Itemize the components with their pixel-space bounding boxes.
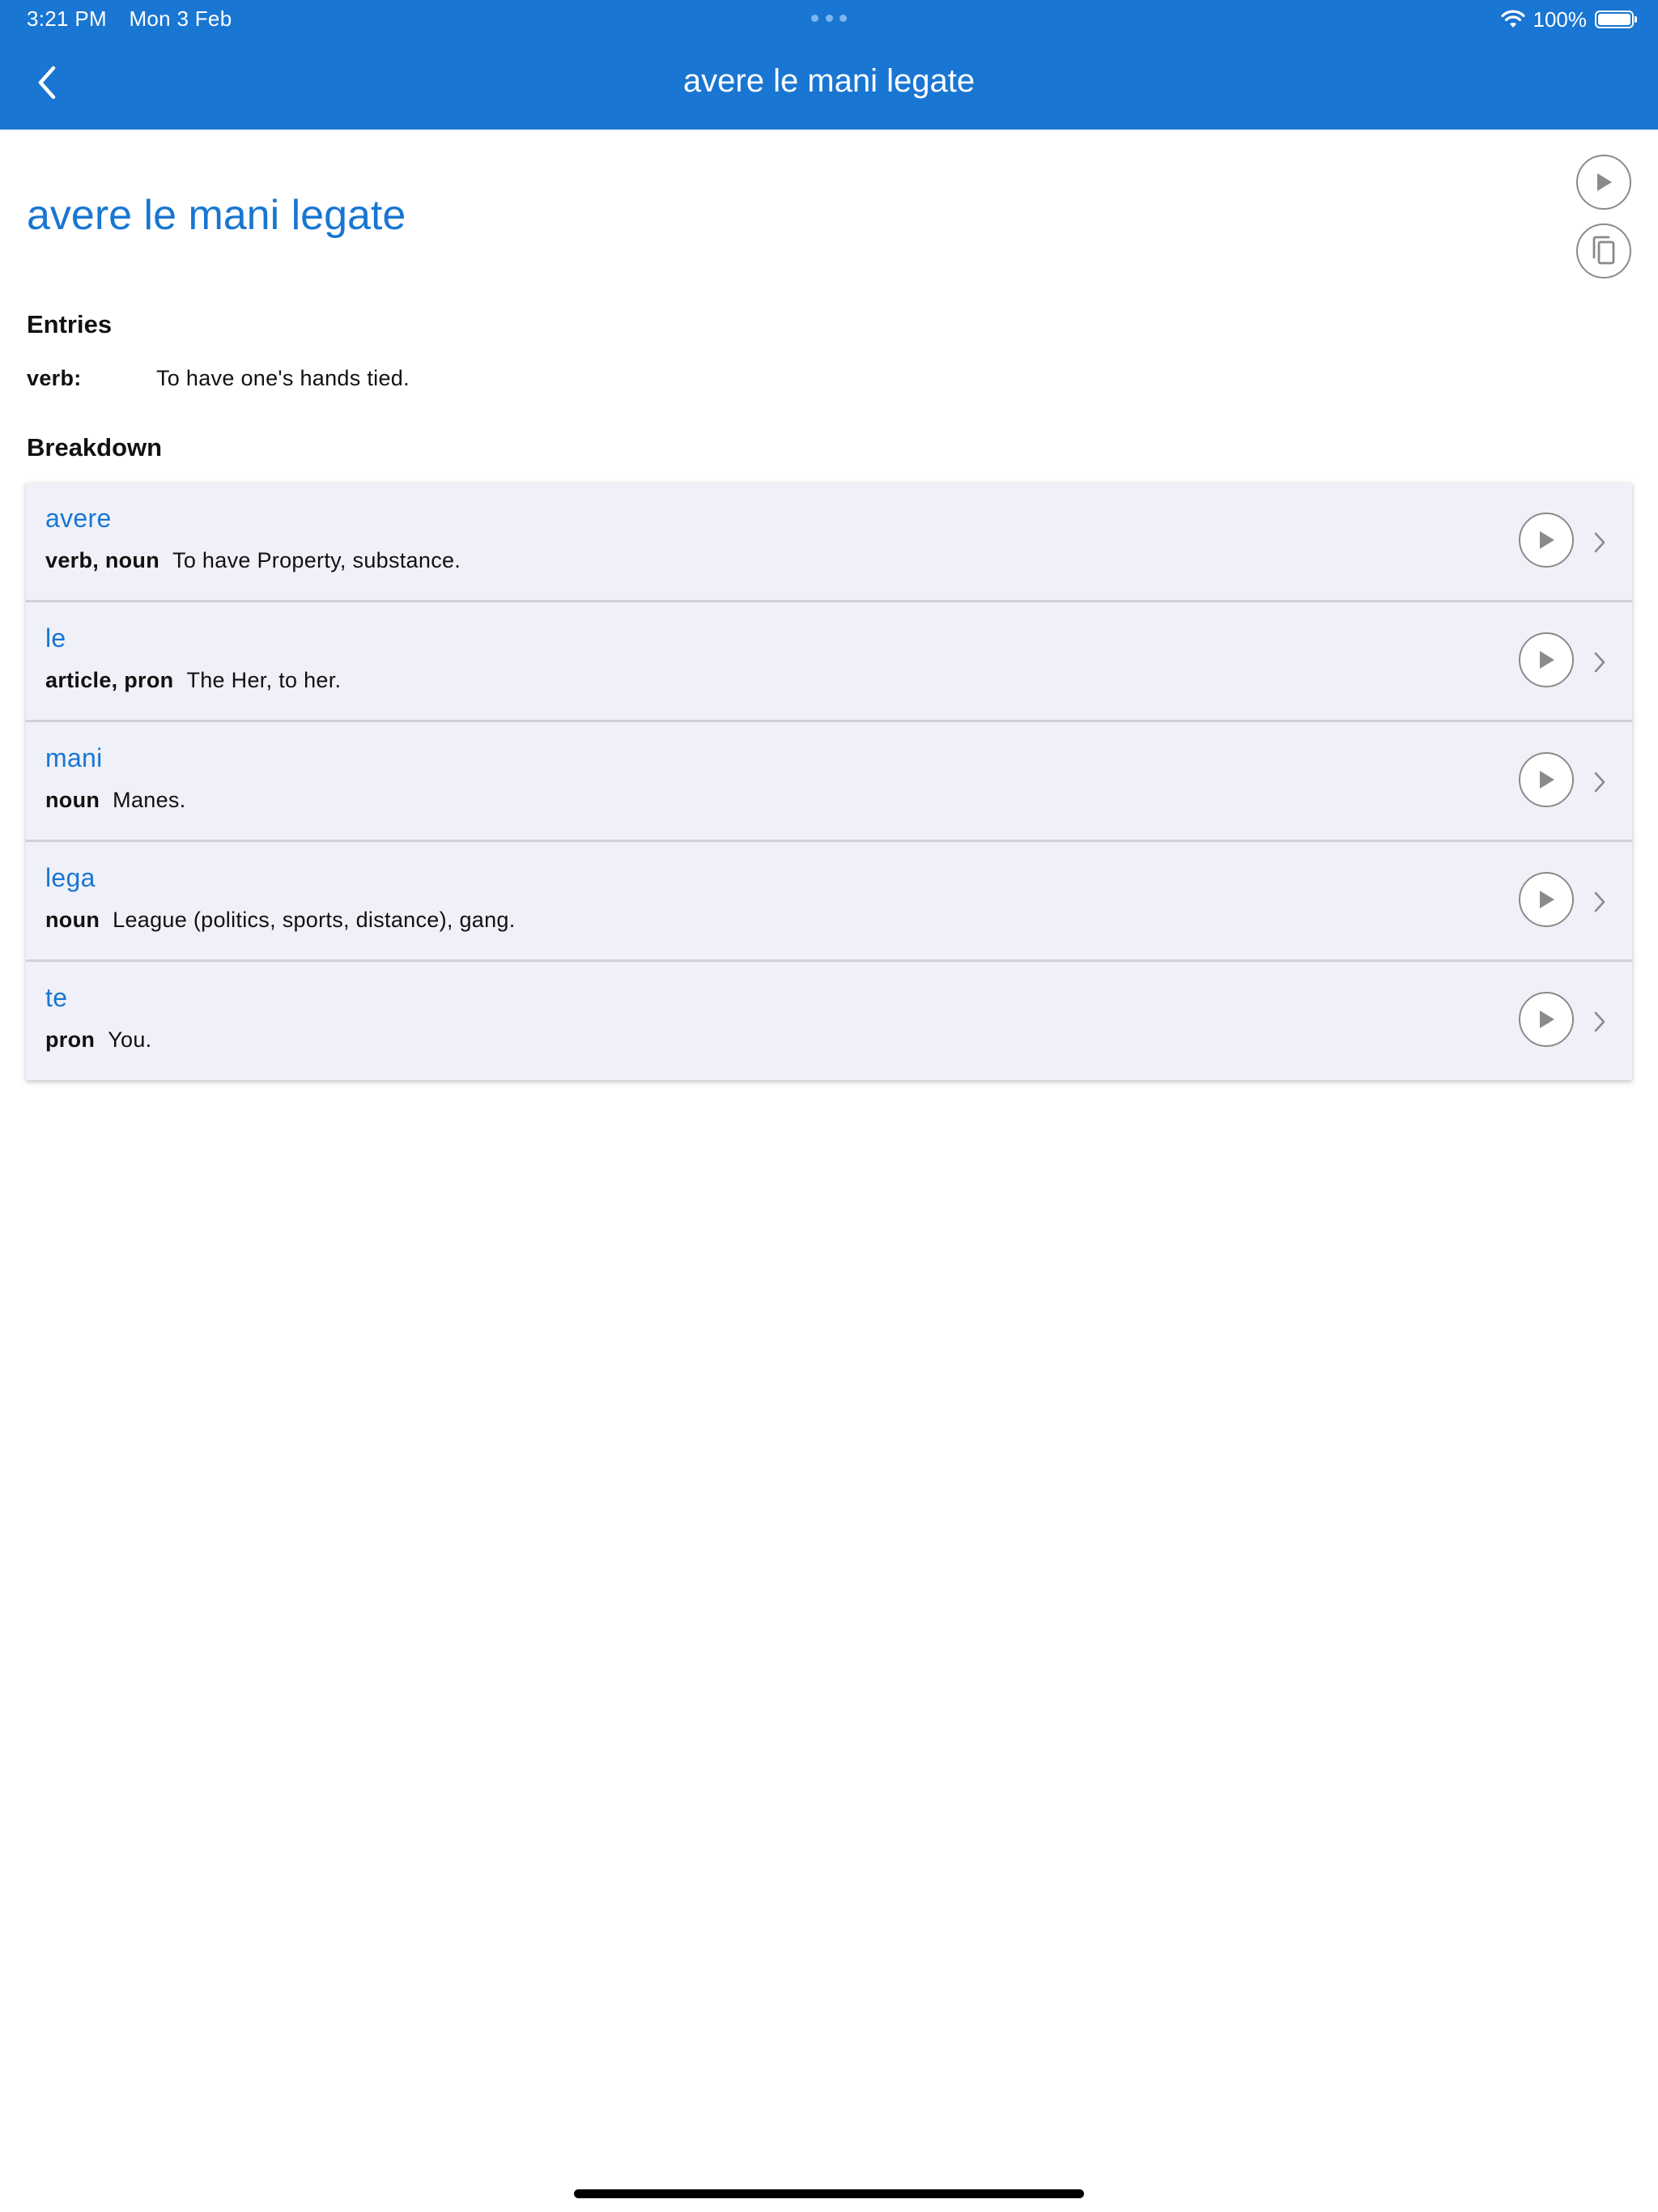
breakdown-pos: verb, noun bbox=[45, 548, 160, 572]
breakdown-word: avere bbox=[45, 504, 112, 533]
status-bar: 3:21 PM Mon 3 Feb 100% bbox=[0, 0, 1658, 39]
status-right: 100% bbox=[1500, 6, 1637, 32]
breakdown-item-te[interactable]: te pron You. bbox=[26, 962, 1632, 1080]
breakdown-meaning: To have Property, substance. bbox=[172, 548, 461, 572]
breakdown-definition: verb, noun To have Property, substance. bbox=[45, 548, 461, 573]
breakdown-pos: article, pron bbox=[45, 668, 174, 692]
play-word-button[interactable] bbox=[1519, 872, 1574, 927]
breakdown-definition: noun Manes. bbox=[45, 788, 186, 813]
nav-bar: avere le mani legate bbox=[0, 39, 1658, 130]
chevron-right-icon bbox=[1592, 768, 1608, 797]
chevron-right-icon bbox=[1592, 528, 1608, 557]
breakdown-item-avere[interactable]: avere verb, noun To have Property, substa… bbox=[26, 483, 1632, 602]
nav-title: avere le mani legate bbox=[682, 63, 976, 99]
breakdown-word: mani bbox=[45, 743, 103, 772]
breakdown-pos: pron bbox=[45, 1027, 96, 1052]
breakdown-pos: noun bbox=[45, 788, 100, 812]
play-word-button[interactable] bbox=[1519, 752, 1574, 807]
chevron-right-icon bbox=[1592, 887, 1608, 917]
status-left: 3:21 PM Mon 3 Feb bbox=[27, 6, 232, 32]
battery-percent: 100% bbox=[1533, 6, 1588, 32]
breakdown-meaning: Manes. bbox=[113, 788, 186, 812]
breakdown-meaning: You. bbox=[108, 1027, 152, 1052]
breakdown-item-le[interactable]: le article, pron The Her, to her. bbox=[26, 602, 1632, 722]
play-word-button[interactable] bbox=[1519, 513, 1574, 568]
play-icon bbox=[1540, 891, 1554, 908]
play-icon bbox=[1597, 173, 1612, 191]
breakdown-word: lega bbox=[45, 863, 96, 892]
status-date: Mon 3 Feb bbox=[129, 6, 232, 31]
breakdown-item-mani[interactable]: mani noun Manes. bbox=[26, 722, 1632, 842]
breakdown-pos: noun bbox=[45, 908, 100, 932]
breakdown-heading: Breakdown bbox=[27, 433, 163, 462]
header: 3:21 PM Mon 3 Feb 100% avere le mani leg… bbox=[0, 0, 1658, 130]
breakdown-definition: article, pron The Her, to her. bbox=[45, 668, 341, 693]
entries-heading: Entries bbox=[27, 310, 113, 338]
play-icon bbox=[1540, 771, 1554, 789]
copy-phrase-button[interactable] bbox=[1576, 223, 1631, 279]
battery-icon bbox=[1595, 11, 1637, 28]
entry-definition: To have one's hands tied. bbox=[156, 366, 410, 390]
play-word-button[interactable] bbox=[1519, 992, 1574, 1047]
home-indicator[interactable] bbox=[574, 2189, 1084, 2198]
wifi-icon bbox=[1500, 10, 1525, 29]
multitasking-dots-icon[interactable] bbox=[811, 15, 847, 23]
chevron-right-icon bbox=[1592, 648, 1608, 677]
play-icon bbox=[1540, 531, 1554, 549]
breakdown-word: le bbox=[45, 623, 66, 653]
play-icon bbox=[1540, 651, 1554, 669]
breakdown-definition: pron You. bbox=[45, 1027, 151, 1053]
breakdown-list: avere verb, noun To have Property, substa… bbox=[26, 483, 1632, 1080]
chevron-right-icon bbox=[1592, 1007, 1608, 1036]
breakdown-item-lega[interactable]: lega noun League (politics, sports, dista… bbox=[26, 842, 1632, 962]
play-icon bbox=[1540, 1010, 1554, 1028]
phrase-title: avere le mani legate bbox=[27, 192, 406, 239]
status-time: 3:21 PM bbox=[27, 6, 107, 31]
entry-row: verb: To have one's hands tied. bbox=[27, 366, 410, 391]
entry-pos: verb: bbox=[27, 366, 82, 390]
breakdown-definition: noun League (politics, sports, distance),… bbox=[45, 908, 516, 933]
breakdown-meaning: League (politics, sports, distance), gan… bbox=[113, 908, 516, 932]
copy-icon bbox=[1592, 236, 1615, 265]
play-phrase-button[interactable] bbox=[1576, 155, 1631, 210]
breakdown-word: te bbox=[45, 983, 68, 1012]
breakdown-meaning: The Her, to her. bbox=[186, 668, 342, 692]
play-word-button[interactable] bbox=[1519, 632, 1574, 687]
